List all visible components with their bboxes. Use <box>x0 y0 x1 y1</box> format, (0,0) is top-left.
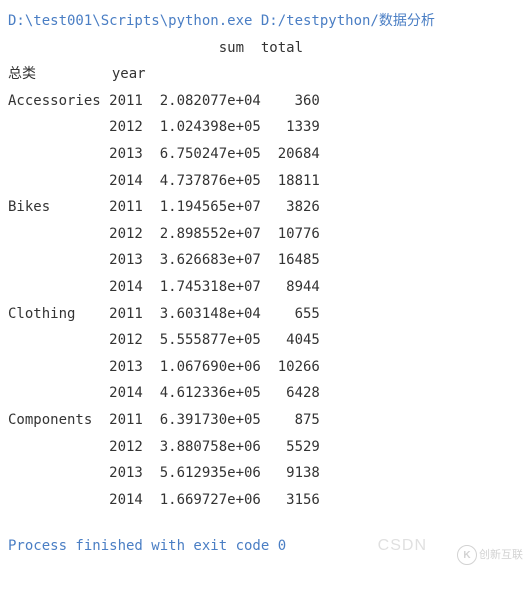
blank-line <box>8 513 519 533</box>
data-row: 2013 5.612935e+06 9138 <box>8 460 519 487</box>
column-header: sum total <box>8 35 519 62</box>
data-row: 2014 4.612336e+05 6428 <box>8 380 519 407</box>
data-row: Clothing 2011 3.603148e+04 655 <box>8 301 519 328</box>
data-row: 2014 1.669727e+06 3156 <box>8 487 519 514</box>
data-row: 2014 4.737876e+05 18811 <box>8 168 519 195</box>
exit-status: Process finished with exit code 0 <box>8 533 519 560</box>
data-row: 2012 1.024398e+05 1339 <box>8 114 519 141</box>
data-row: 2014 1.745318e+07 8944 <box>8 274 519 301</box>
data-row: 2013 3.626683e+07 16485 <box>8 247 519 274</box>
data-row: 2012 5.555877e+05 4045 <box>8 327 519 354</box>
data-row: Accessories 2011 2.082077e+04 360 <box>8 88 519 115</box>
watermark-brand: K 创新互联 <box>457 545 523 566</box>
data-row: Bikes 2011 1.194565e+07 3826 <box>8 194 519 221</box>
data-row: Components 2011 6.391730e+05 875 <box>8 407 519 434</box>
data-row: 2013 6.750247e+05 20684 <box>8 141 519 168</box>
brand-logo-icon: K <box>457 545 477 565</box>
data-row: 2013 1.067690e+06 10266 <box>8 354 519 381</box>
command-line: D:\test001\Scripts\python.exe D:/testpyt… <box>8 8 519 35</box>
brand-text: 创新互联 <box>479 545 523 566</box>
watermark-csdn: CSDN <box>378 531 427 561</box>
data-row: 2012 3.880758e+06 5529 <box>8 434 519 461</box>
data-row: 2012 2.898552e+07 10776 <box>8 221 519 248</box>
index-header: 总类 year <box>8 61 519 88</box>
